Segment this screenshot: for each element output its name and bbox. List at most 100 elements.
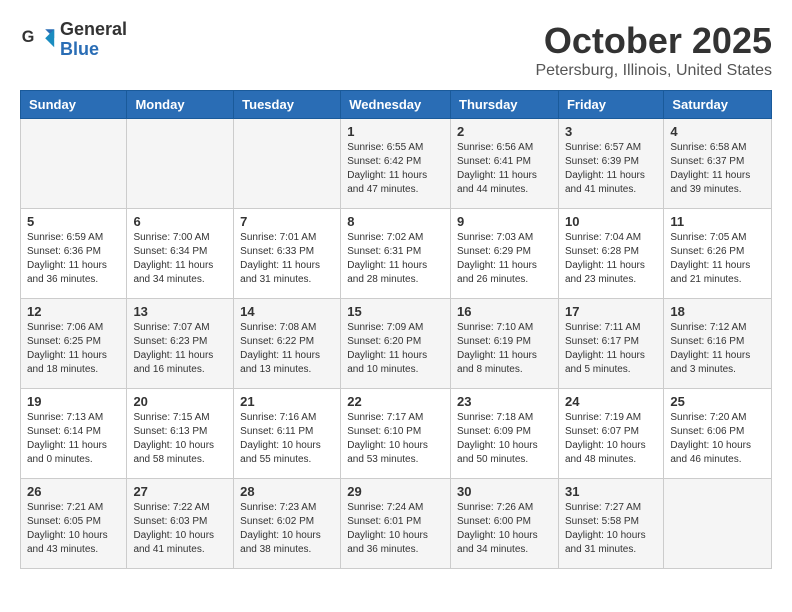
day-number: 27 <box>133 484 227 499</box>
day-number: 31 <box>565 484 657 499</box>
day-number: 15 <box>347 304 444 319</box>
day-number: 23 <box>457 394 552 409</box>
day-info: Sunrise: 7:04 AM Sunset: 6:28 PM Dayligh… <box>565 231 657 287</box>
day-info: Sunrise: 7:17 AM Sunset: 6:10 PM Dayligh… <box>347 411 444 467</box>
logo-icon: G <box>20 22 56 58</box>
week-row-3: 12Sunrise: 7:06 AM Sunset: 6:25 PM Dayli… <box>21 299 772 389</box>
day-info: Sunrise: 7:11 AM Sunset: 6:17 PM Dayligh… <box>565 321 657 377</box>
day-number: 22 <box>347 394 444 409</box>
week-row-5: 26 Sunrise: 7:21 AM Sunset: 6:05 PM Dayli… <box>21 479 772 569</box>
day-info: Sunrise: 7:27 AM Sunset: 5:58 PM Dayligh… <box>565 501 657 557</box>
weekday-header-friday: Friday <box>558 91 663 119</box>
day-info: Sunrise: 7:19 AM Sunset: 6:07 PM Dayligh… <box>565 411 657 467</box>
day-number: 1 <box>347 124 444 139</box>
day-info: Sunrise: 6:59 AM Sunset: 6:36 PM Dayligh… <box>27 231 120 287</box>
calendar: SundayMondayTuesdayWednesdayThursdayFrid… <box>20 90 772 569</box>
day-cell: 12Sunrise: 7:06 AM Sunset: 6:25 PM Dayli… <box>21 299 127 389</box>
day-number: 26 <box>27 484 120 499</box>
day-number: 29 <box>347 484 444 499</box>
day-cell: 22 Sunrise: 7:17 AM Sunset: 6:10 PM Dayli… <box>341 389 451 479</box>
day-cell: 21Sunrise: 7:16 AM Sunset: 6:11 PM Dayli… <box>234 389 341 479</box>
day-cell <box>21 119 127 209</box>
day-info: Sunrise: 7:20 AM Sunset: 6:06 PM Dayligh… <box>670 411 765 467</box>
day-cell: 1 Sunrise: 6:55 AM Sunset: 6:42 PM Daylig… <box>341 119 451 209</box>
day-info: Sunrise: 7:13 AM Sunset: 6:14 PM Dayligh… <box>27 411 120 467</box>
day-info: Sunrise: 7:09 AM Sunset: 6:20 PM Dayligh… <box>347 321 444 377</box>
header: G General Blue October 2025 Petersburg, … <box>20 20 772 80</box>
day-info: Sunrise: 7:23 AM Sunset: 6:02 PM Dayligh… <box>240 501 334 557</box>
day-info: Sunrise: 7:00 AM Sunset: 6:34 PM Dayligh… <box>133 231 227 287</box>
day-cell: 10 Sunrise: 7:04 AM Sunset: 6:28 PM Dayli… <box>558 209 663 299</box>
day-info: Sunrise: 7:16 AM Sunset: 6:11 PM Dayligh… <box>240 411 334 467</box>
day-number: 3 <box>565 124 657 139</box>
day-info: Sunrise: 6:55 AM Sunset: 6:42 PM Dayligh… <box>347 141 444 197</box>
day-number: 10 <box>565 214 657 229</box>
day-number: 7 <box>240 214 334 229</box>
day-number: 14 <box>240 304 334 319</box>
day-cell: 14 Sunrise: 7:08 AM Sunset: 6:22 PM Dayli… <box>234 299 341 389</box>
day-info: Sunrise: 7:01 AM Sunset: 6:33 PM Dayligh… <box>240 231 334 287</box>
day-cell: 30Sunrise: 7:26 AM Sunset: 6:00 PM Dayli… <box>451 479 559 569</box>
day-cell: 31 Sunrise: 7:27 AM Sunset: 5:58 PM Dayli… <box>558 479 663 569</box>
logo-text: General Blue <box>60 20 127 60</box>
day-cell: 6 Sunrise: 7:00 AM Sunset: 6:34 PM Daylig… <box>127 209 234 299</box>
week-row-1: 1 Sunrise: 6:55 AM Sunset: 6:42 PM Daylig… <box>21 119 772 209</box>
day-info: Sunrise: 7:22 AM Sunset: 6:03 PM Dayligh… <box>133 501 227 557</box>
day-number: 24 <box>565 394 657 409</box>
weekday-header-saturday: Saturday <box>664 91 772 119</box>
weekday-header-sunday: Sunday <box>21 91 127 119</box>
day-cell: 13Sunrise: 7:07 AM Sunset: 6:23 PM Dayli… <box>127 299 234 389</box>
weekday-header-thursday: Thursday <box>451 91 559 119</box>
day-cell: 26 Sunrise: 7:21 AM Sunset: 6:05 PM Dayli… <box>21 479 127 569</box>
day-number: 6 <box>133 214 227 229</box>
title-area: October 2025 Petersburg, Illinois, Unite… <box>535 20 772 80</box>
day-cell: 16 Sunrise: 7:10 AM Sunset: 6:19 PM Dayli… <box>451 299 559 389</box>
day-number: 12 <box>27 304 120 319</box>
day-number: 18 <box>670 304 765 319</box>
day-info: Sunrise: 7:21 AM Sunset: 6:05 PM Dayligh… <box>27 501 120 557</box>
day-cell: 5 Sunrise: 6:59 AM Sunset: 6:36 PM Daylig… <box>21 209 127 299</box>
day-number: 2 <box>457 124 552 139</box>
day-number: 16 <box>457 304 552 319</box>
day-number: 9 <box>457 214 552 229</box>
day-number: 4 <box>670 124 765 139</box>
day-number: 17 <box>565 304 657 319</box>
weekday-header-monday: Monday <box>127 91 234 119</box>
day-cell: 29 Sunrise: 7:24 AM Sunset: 6:01 PM Dayli… <box>341 479 451 569</box>
day-cell: 17 Sunrise: 7:11 AM Sunset: 6:17 PM Dayli… <box>558 299 663 389</box>
day-number: 28 <box>240 484 334 499</box>
weekday-header-row: SundayMondayTuesdayWednesdayThursdayFrid… <box>21 91 772 119</box>
day-cell: 20Sunrise: 7:15 AM Sunset: 6:13 PM Dayli… <box>127 389 234 479</box>
day-number: 30 <box>457 484 552 499</box>
day-cell <box>234 119 341 209</box>
day-info: Sunrise: 6:57 AM Sunset: 6:39 PM Dayligh… <box>565 141 657 197</box>
weekday-header-tuesday: Tuesday <box>234 91 341 119</box>
day-cell <box>664 479 772 569</box>
svg-text:G: G <box>22 28 35 46</box>
day-cell: 28 Sunrise: 7:23 AM Sunset: 6:02 PM Dayli… <box>234 479 341 569</box>
day-number: 25 <box>670 394 765 409</box>
day-cell: 9Sunrise: 7:03 AM Sunset: 6:29 PM Daylig… <box>451 209 559 299</box>
day-info: Sunrise: 7:24 AM Sunset: 6:01 PM Dayligh… <box>347 501 444 557</box>
day-cell: 8Sunrise: 7:02 AM Sunset: 6:31 PM Daylig… <box>341 209 451 299</box>
day-info: Sunrise: 7:15 AM Sunset: 6:13 PM Dayligh… <box>133 411 227 467</box>
day-cell <box>127 119 234 209</box>
day-number: 5 <box>27 214 120 229</box>
weekday-header-wednesday: Wednesday <box>341 91 451 119</box>
day-cell: 2 Sunrise: 6:56 AM Sunset: 6:41 PM Daylig… <box>451 119 559 209</box>
day-info: Sunrise: 7:05 AM Sunset: 6:26 PM Dayligh… <box>670 231 765 287</box>
day-info: Sunrise: 6:58 AM Sunset: 6:37 PM Dayligh… <box>670 141 765 197</box>
day-info: Sunrise: 7:08 AM Sunset: 6:22 PM Dayligh… <box>240 321 334 377</box>
day-cell: 11Sunrise: 7:05 AM Sunset: 6:26 PM Dayli… <box>664 209 772 299</box>
logo-line2: Blue <box>60 40 127 60</box>
day-cell: 19Sunrise: 7:13 AM Sunset: 6:14 PM Dayli… <box>21 389 127 479</box>
day-info: Sunrise: 7:02 AM Sunset: 6:31 PM Dayligh… <box>347 231 444 287</box>
day-info: Sunrise: 6:56 AM Sunset: 6:41 PM Dayligh… <box>457 141 552 197</box>
day-cell: 7 Sunrise: 7:01 AM Sunset: 6:33 PM Daylig… <box>234 209 341 299</box>
day-info: Sunrise: 7:10 AM Sunset: 6:19 PM Dayligh… <box>457 321 552 377</box>
day-cell: 18Sunrise: 7:12 AM Sunset: 6:16 PM Dayli… <box>664 299 772 389</box>
day-cell: 15 Sunrise: 7:09 AM Sunset: 6:20 PM Dayli… <box>341 299 451 389</box>
day-info: Sunrise: 7:07 AM Sunset: 6:23 PM Dayligh… <box>133 321 227 377</box>
day-cell: 3 Sunrise: 6:57 AM Sunset: 6:39 PM Daylig… <box>558 119 663 209</box>
week-row-2: 5 Sunrise: 6:59 AM Sunset: 6:36 PM Daylig… <box>21 209 772 299</box>
